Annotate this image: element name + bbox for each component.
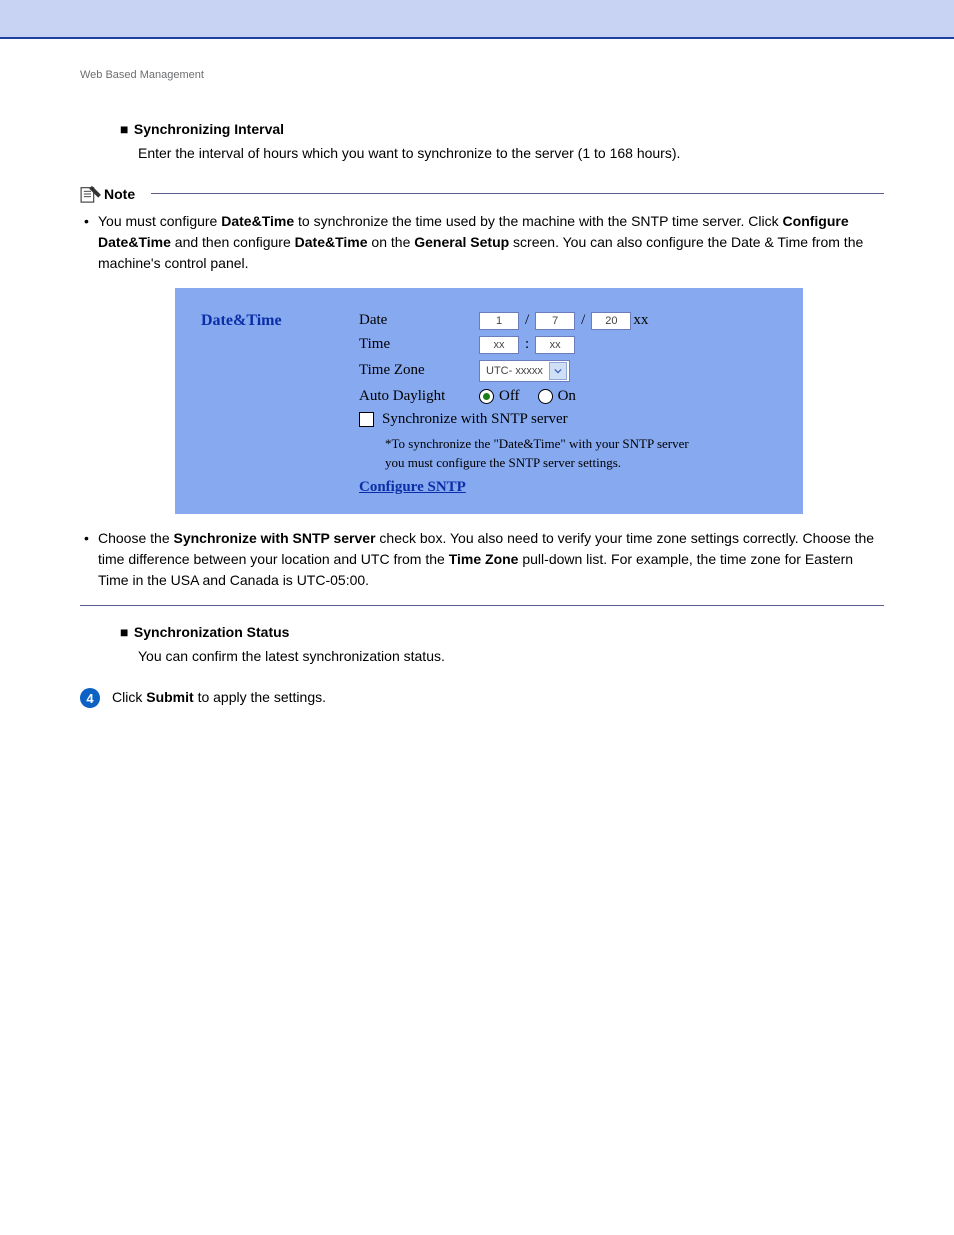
chevron-down-icon [549, 362, 567, 380]
panel-title: Date&Time [201, 312, 359, 330]
note-label: Note [104, 186, 135, 202]
sntp-hint-2: you must configure the SNTP server setti… [385, 453, 785, 473]
note-rule [151, 193, 884, 194]
section-sync-interval: ■ Synchronizing Interval [120, 121, 884, 137]
daylight-on-radio[interactable]: On [538, 388, 576, 405]
sync-sntp-label: Synchronize with SNTP server [382, 411, 568, 428]
configure-sntp-link[interactable]: Configure SNTP [359, 479, 466, 496]
date-day-input[interactable] [535, 312, 575, 330]
section-title: Synchronizing Interval [134, 121, 284, 137]
date-year-input[interactable] [591, 312, 631, 330]
date-month-input[interactable] [479, 312, 519, 330]
note-icon [80, 185, 102, 203]
time-hour-input[interactable] [479, 336, 519, 354]
note-header: Note [80, 185, 884, 203]
sync-sntp-checkbox[interactable] [359, 412, 374, 427]
time-label: Time [359, 336, 479, 353]
date-label: Date [359, 312, 479, 329]
daylight-label: Auto Daylight [359, 388, 479, 405]
timezone-label: Time Zone [359, 362, 479, 379]
date-year-suffix: xx [633, 312, 648, 329]
top-strip [0, 0, 954, 39]
step-number-badge: 4 [80, 688, 100, 708]
time-minute-input[interactable] [535, 336, 575, 354]
date-time-panel: Date&Time Date / / xx Time : Time Zone U… [175, 288, 803, 514]
section-body-2: You can confirm the latest synchronizati… [138, 646, 884, 668]
running-header: Web Based Management [80, 69, 884, 81]
timezone-select[interactable]: UTC- xxxxx [479, 360, 570, 382]
section-title-2: Synchronization Status [134, 624, 290, 640]
sntp-hint-1: *To synchronize the "Date&Time" with you… [385, 434, 785, 454]
section-body: Enter the interval of hours which you wa… [138, 143, 884, 165]
daylight-off-radio[interactable]: Off [479, 388, 520, 405]
step-4: 4 Click Submit to apply the settings. [80, 687, 884, 708]
note-item-2: Choose the Synchronize with SNTP server … [98, 528, 884, 591]
note-end-rule [80, 605, 884, 606]
section-sync-status: ■ Synchronization Status [120, 624, 884, 640]
note-item-1: You must configure Date&Time to synchron… [98, 211, 884, 274]
